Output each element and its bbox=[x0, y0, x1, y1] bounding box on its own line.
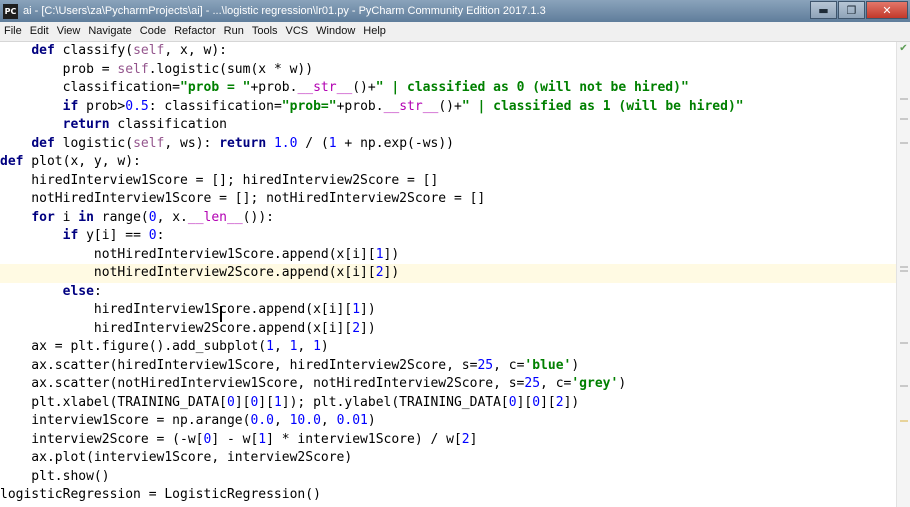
code-line[interactable]: if prob>0.5: classification="prob="+prob… bbox=[0, 98, 897, 117]
menu-vcs[interactable]: VCS bbox=[282, 22, 313, 41]
code-line[interactable]: return classification bbox=[0, 116, 897, 135]
error-stripe-mark[interactable] bbox=[900, 266, 908, 268]
code-line[interactable]: notHiredInterview1Score = []; notHiredIn… bbox=[0, 190, 897, 209]
code-line[interactable]: if y[i] == 0: bbox=[0, 227, 897, 246]
code-line[interactable]: def logistic(self, ws): return 1.0 / (1 … bbox=[0, 135, 897, 154]
code-line[interactable]: interview2Score = (-w[0] - w[1] * interv… bbox=[0, 431, 897, 450]
code-line[interactable]: plt.show() bbox=[0, 468, 897, 487]
code-line[interactable]: interview1Score = np.arange(0.0, 10.0, 0… bbox=[0, 412, 897, 431]
code-line[interactable]: hiredInterview1Score = []; hiredIntervie… bbox=[0, 172, 897, 191]
menu-refactor[interactable]: Refactor bbox=[170, 22, 220, 41]
error-stripe-mark[interactable] bbox=[900, 420, 908, 422]
code-line[interactable]: for i in range(0, x.__len__()): bbox=[0, 209, 897, 228]
code-line[interactable]: logisticRegression = LogisticRegression(… bbox=[0, 486, 897, 505]
menu-tools[interactable]: Tools bbox=[248, 22, 282, 41]
menu-navigate[interactable]: Navigate bbox=[84, 22, 135, 41]
menu-edit[interactable]: Edit bbox=[26, 22, 53, 41]
menu-bar: File Edit View Navigate Code Refactor Ru… bbox=[0, 22, 910, 42]
error-stripe-mark[interactable] bbox=[900, 142, 908, 144]
menu-file[interactable]: File bbox=[0, 22, 26, 41]
code-line[interactable]: ax = plt.figure().add_subplot(1, 1, 1) bbox=[0, 338, 897, 357]
text-caret bbox=[220, 306, 222, 322]
error-stripe-mark[interactable] bbox=[900, 118, 908, 120]
code-line[interactable]: hiredInterview1Score.append(x[i][1]) bbox=[0, 301, 897, 320]
menu-window[interactable]: Window bbox=[312, 22, 359, 41]
error-stripe-mark[interactable] bbox=[900, 342, 908, 344]
error-stripe-mark[interactable] bbox=[900, 98, 908, 100]
code-line[interactable]: def classify(self, x, w): bbox=[0, 42, 897, 61]
window-controls: ▬ ❐ ✕ bbox=[809, 1, 908, 19]
code-line[interactable]: ax.scatter(notHiredInterview1Score, notH… bbox=[0, 375, 897, 394]
title-bar: PC ai - [C:\Users\za\PycharmProjects\ai]… bbox=[0, 0, 910, 22]
pycharm-app-icon[interactable]: PC bbox=[3, 3, 18, 19]
minimize-button[interactable]: ▬ bbox=[810, 1, 837, 19]
code-editor[interactable]: def classify(self, x, w): prob = self.lo… bbox=[0, 42, 897, 507]
code-line[interactable]: def plot(x, y, w): bbox=[0, 153, 897, 172]
window-title: ai - [C:\Users\za\PycharmProjects\ai] - … bbox=[23, 5, 546, 17]
menu-view[interactable]: View bbox=[53, 22, 85, 41]
code-line[interactable]: notHiredInterview1Score.append(x[i][1]) bbox=[0, 246, 897, 265]
maximize-button[interactable]: ❐ bbox=[838, 1, 865, 19]
code-line[interactable]: plt.xlabel(TRAINING_DATA[0][0][1]); plt.… bbox=[0, 394, 897, 413]
code-line[interactable]: prob = self.logistic(sum(x * w)) bbox=[0, 61, 897, 80]
menu-code[interactable]: Code bbox=[136, 22, 170, 41]
code-line[interactable]: ax.plot(interview1Score, interview2Score… bbox=[0, 449, 897, 468]
menu-help[interactable]: Help bbox=[359, 22, 390, 41]
code-line[interactable]: hiredInterview2Score.append(x[i][2]) bbox=[0, 320, 897, 339]
code-line[interactable]: else: bbox=[0, 283, 897, 302]
error-stripe-mark[interactable] bbox=[900, 270, 908, 272]
code-line[interactable]: classification="prob = "+prob.__str__()+… bbox=[0, 79, 897, 98]
editor-scrollbar[interactable]: ✔ bbox=[896, 42, 910, 507]
code-line[interactable]: ax.scatter(hiredInterview1Score, hiredIn… bbox=[0, 357, 897, 376]
close-button[interactable]: ✕ bbox=[866, 1, 908, 19]
inspection-ok-icon[interactable]: ✔ bbox=[898, 43, 909, 54]
error-stripe-mark[interactable] bbox=[900, 385, 908, 387]
menu-run[interactable]: Run bbox=[220, 22, 248, 41]
code-line[interactable]: notHiredInterview2Score.append(x[i][2]) bbox=[0, 264, 897, 283]
